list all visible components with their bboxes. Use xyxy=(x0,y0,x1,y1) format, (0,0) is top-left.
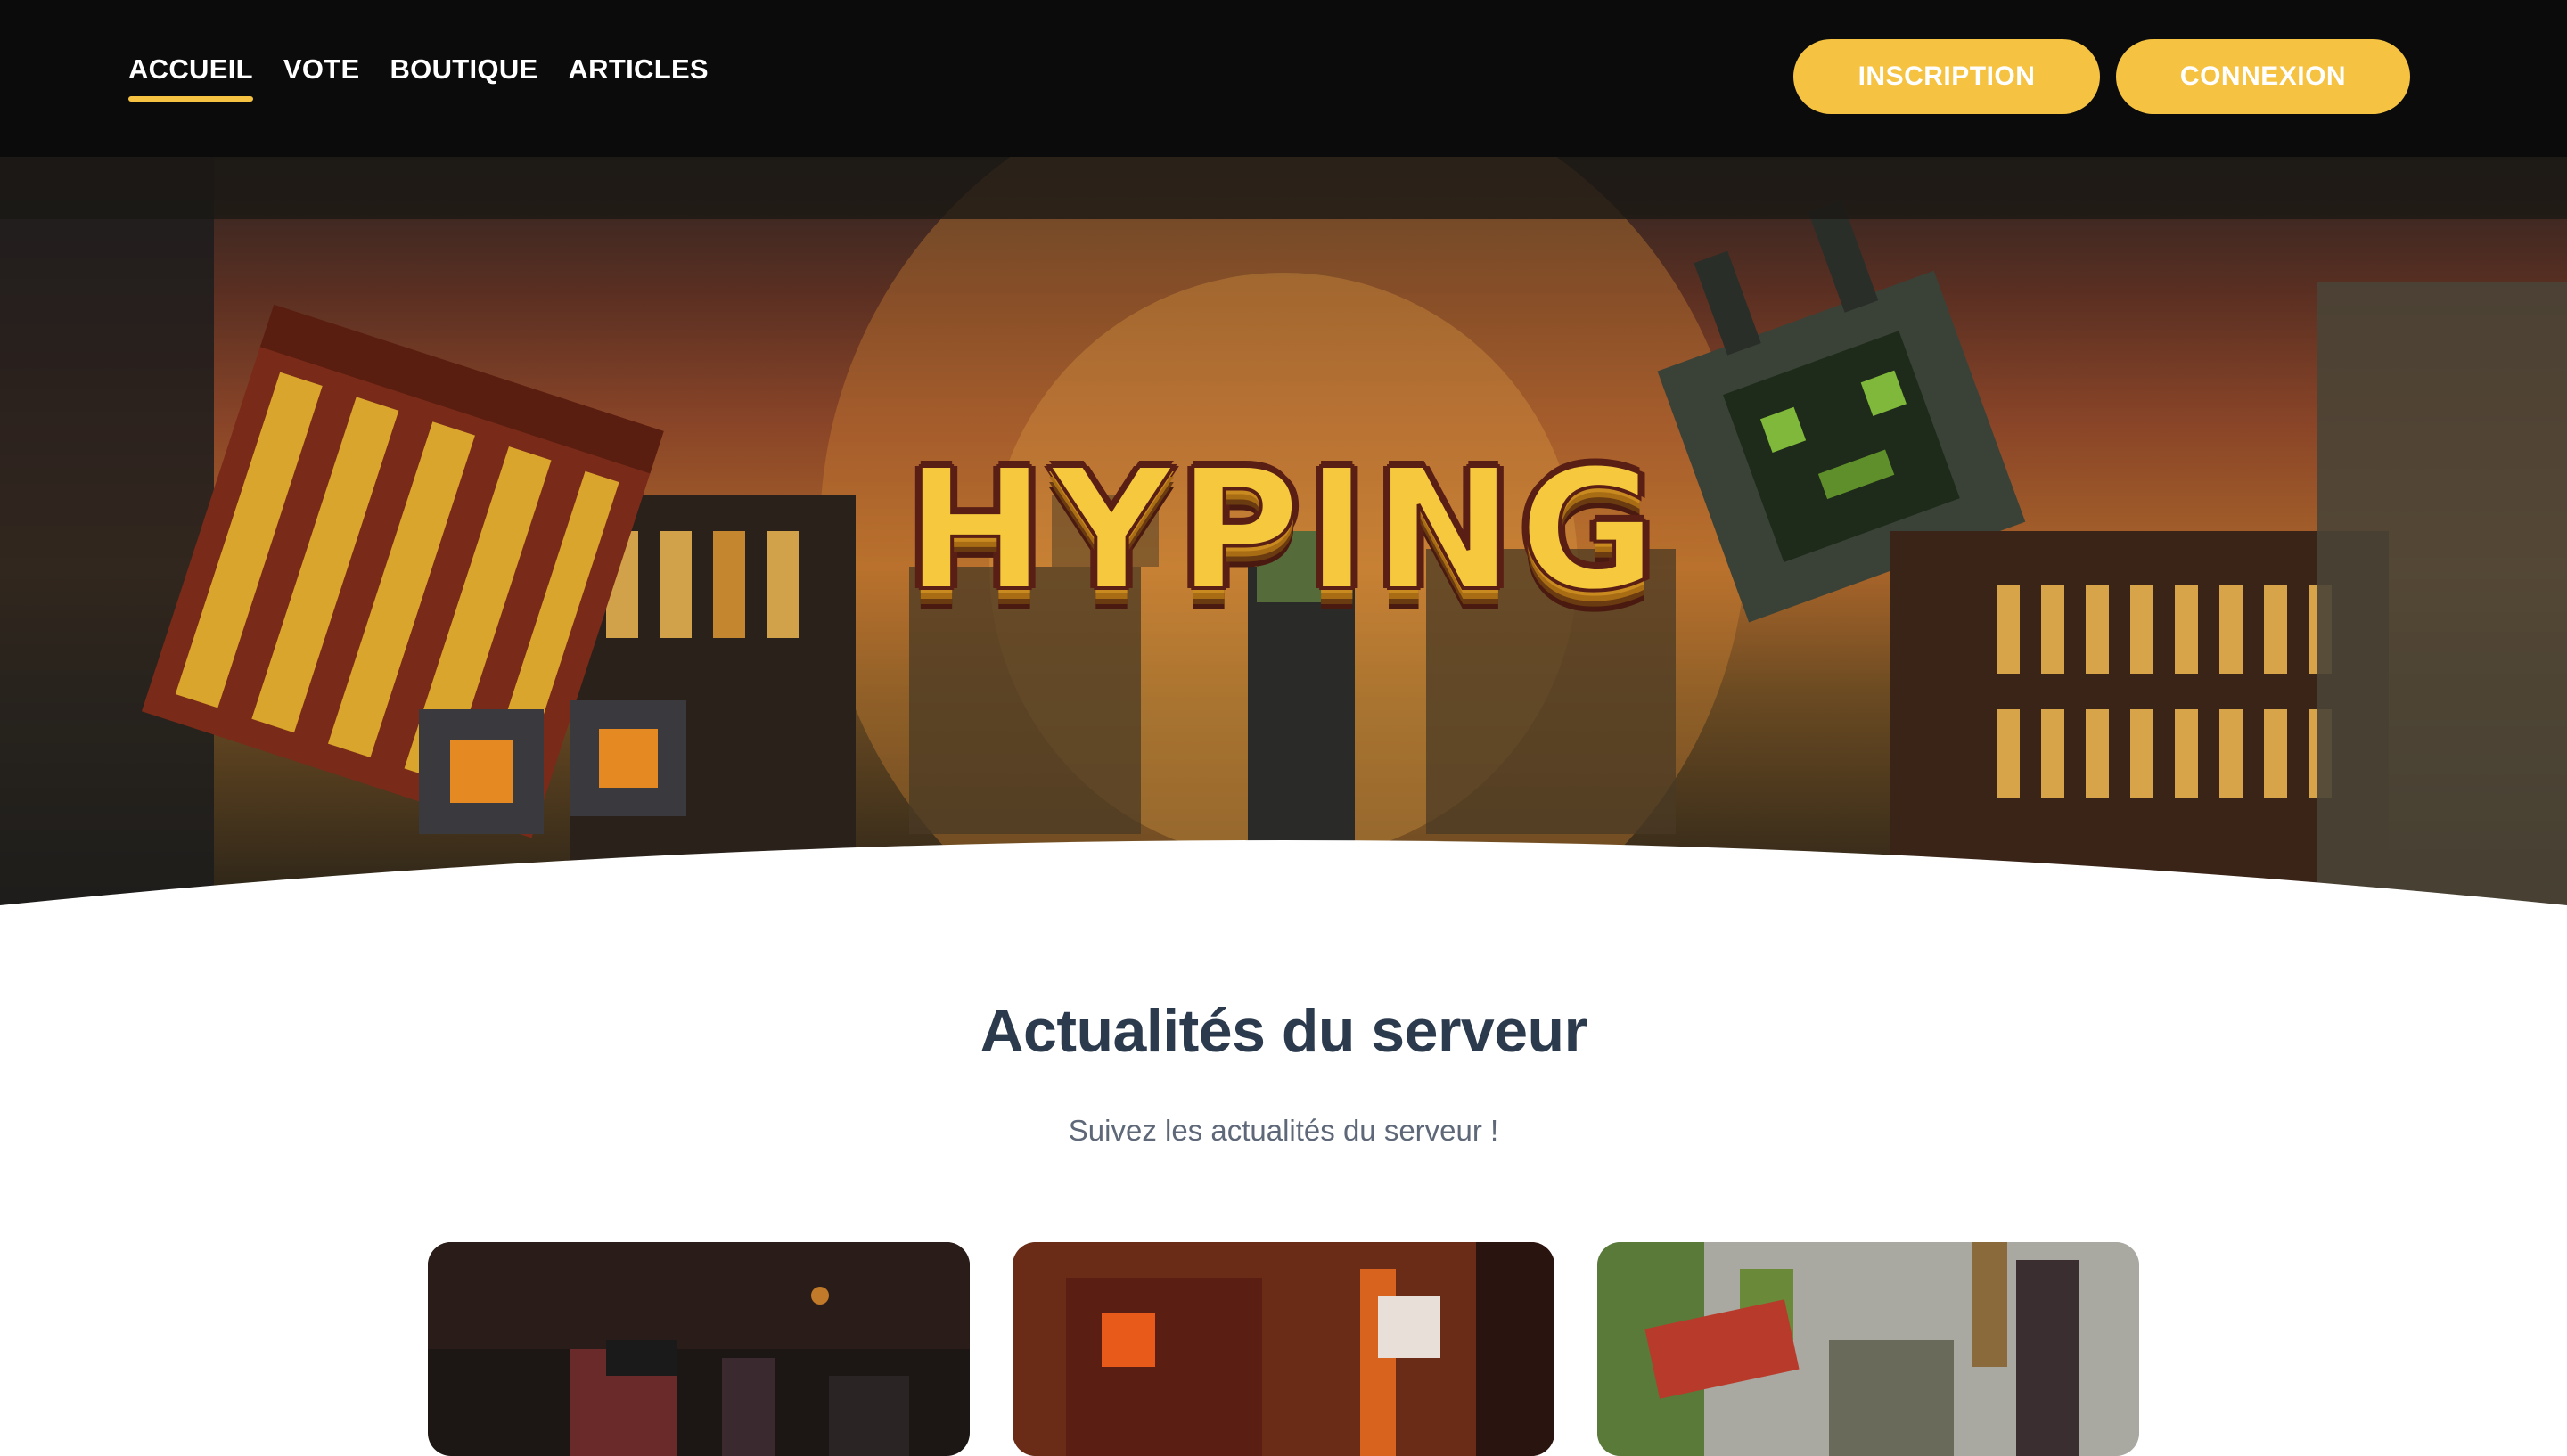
nav-link-articles[interactable]: ARTICLES xyxy=(569,53,709,94)
nav-link-vote[interactable]: VOTE xyxy=(283,53,360,94)
news-card-2-image xyxy=(1013,1242,1554,1456)
hero-banner: HYPING xyxy=(0,157,2567,905)
login-button[interactable]: CONNEXION xyxy=(2116,39,2410,114)
news-section-subtitle: Suivez les actualités du serveur ! xyxy=(1068,1114,1499,1147)
news-card-1[interactable] xyxy=(428,1242,970,1456)
signup-button[interactable]: INSCRIPTION xyxy=(1793,39,2100,114)
top-navbar: ACCUEIL VOTE BOUTIQUE ARTICLES INSCRIPTI… xyxy=(0,0,2567,157)
nav-link-boutique[interactable]: BOUTIQUE xyxy=(390,53,537,94)
main-nav: ACCUEIL VOTE BOUTIQUE ARTICLES xyxy=(128,53,709,102)
hyping-logo: HYPING xyxy=(904,424,1659,638)
news-card-3-image xyxy=(1597,1242,2139,1456)
nav-link-accueil[interactable]: ACCUEIL xyxy=(128,53,253,102)
logo-text: HYPING xyxy=(904,433,1662,628)
news-cards xyxy=(428,1242,2139,1456)
news-card-2[interactable] xyxy=(1013,1242,1554,1456)
news-section-title: Actualités du serveur xyxy=(980,997,1587,1065)
news-card-3[interactable] xyxy=(1597,1242,2139,1456)
auth-actions: INSCRIPTION CONNEXION xyxy=(1793,39,2410,114)
news-card-1-image xyxy=(428,1242,970,1456)
